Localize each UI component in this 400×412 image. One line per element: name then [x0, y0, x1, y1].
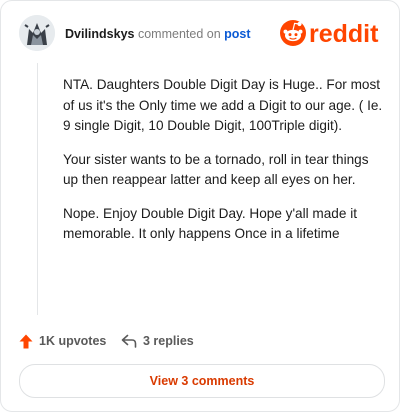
- comment-card: Dvilindskys commented on post reddit NTA…: [0, 0, 400, 412]
- replies-count: 3 replies: [143, 334, 194, 348]
- comment-body: NTA. Daughters Double Digit Day is Huge.…: [63, 75, 385, 258]
- comment-header: Dvilindskys commented on post reddit: [19, 15, 385, 53]
- comment-paragraph: Your sister wants to be a tornado, roll …: [63, 151, 369, 188]
- upvote-button[interactable]: 1K upvotes: [19, 331, 106, 351]
- thread-line: [37, 63, 38, 315]
- user-avatar[interactable]: [19, 15, 55, 51]
- replies-button[interactable]: 3 replies: [121, 331, 194, 351]
- post-link[interactable]: post: [224, 27, 250, 41]
- upvote-arrow-icon[interactable]: [19, 334, 33, 349]
- commented-on-text: commented on: [137, 27, 221, 41]
- comment-paragraph: Nope. Enjoy Double Digit Day. Hope y'all…: [63, 205, 357, 242]
- comment-paragraph: NTA. Daughters Double Digit Day is Huge.…: [63, 77, 383, 133]
- reddit-logo: reddit: [279, 17, 385, 49]
- reply-arrow-icon[interactable]: [121, 334, 137, 348]
- username-link[interactable]: Dvilindskys: [65, 27, 134, 41]
- comment-meta: Dvilindskys commented on post: [65, 27, 251, 41]
- view-comments-button[interactable]: View 3 comments: [19, 364, 385, 398]
- reddit-wordmark: reddit: [309, 20, 379, 48]
- upvote-count: 1K upvotes: [39, 334, 107, 348]
- reddit-logo-icon: [280, 20, 306, 46]
